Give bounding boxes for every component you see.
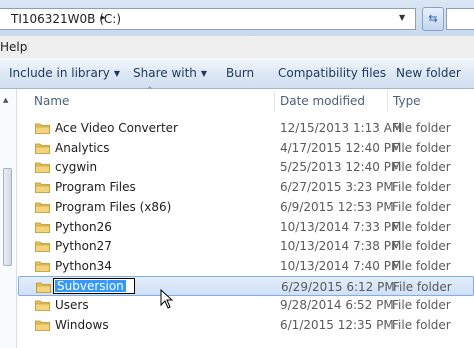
date-modified: 10/13/2014 7:40 PM <box>280 258 402 273</box>
date-modified: 4/17/2015 12:40 PM <box>280 140 402 155</box>
date-modified: 6/1/2015 12:35 PM <box>280 318 394 332</box>
file-row[interactable]: Program Files 6/27/2015 3:23 PM File folde… <box>18 177 474 197</box>
rename-selected-text: Subversion <box>55 278 126 293</box>
folder-icon <box>35 221 50 233</box>
rename-input[interactable]: Subversion <box>53 277 135 294</box>
refresh-button[interactable]: ⇆ <box>422 7 444 31</box>
column-header-type[interactable]: Type <box>393 94 421 108</box>
date-modified: 6/9/2015 12:53 PM <box>280 199 394 214</box>
column-divider[interactable] <box>274 90 275 112</box>
folder-icon <box>35 240 50 253</box>
date-modified: 5/25/2013 12:40 PM <box>280 160 402 175</box>
column-divider[interactable] <box>387 90 388 112</box>
file-name: Analytics <box>55 140 110 155</box>
nav-scrollbar[interactable]: ▲ <box>3 96 12 348</box>
file-type: File folder <box>392 239 451 254</box>
folder-icon <box>35 122 50 134</box>
file-name: Ace Video Converter <box>55 121 178 135</box>
file-row[interactable]: Windows 6/1/2015 12:35 PM File folder <box>18 315 474 335</box>
date-modified: 10/13/2014 7:38 PM <box>280 239 402 254</box>
menu-bar: Help <box>0 36 474 59</box>
breadcrumb-chevron-icon[interactable]: ▸ <box>101 13 106 23</box>
file-row[interactable]: Program Files (x86) 6/9/2015 12:53 PM File… <box>18 197 474 217</box>
menu-help[interactable]: Help <box>0 40 27 54</box>
file-name: Program Files <box>55 180 136 195</box>
include-label: Include in library <box>9 66 110 80</box>
file-type: File folder <box>392 219 451 234</box>
folder-icon <box>35 319 50 331</box>
burn-button[interactable]: Burn <box>226 66 254 80</box>
file-name: Users <box>55 298 89 313</box>
file-row[interactable]: Ace Video Converter 12/15/2013 1:13 AM Fil… <box>18 118 474 138</box>
file-name: cygwin <box>55 160 98 175</box>
folder-icon <box>36 281 51 293</box>
scroll-thumb[interactable] <box>3 168 12 266</box>
address-strip: TI106321W0B (C:) ▸ ▼ ⇆ <box>0 0 474 36</box>
folder-icon <box>35 142 50 154</box>
file-name: Windows <box>55 318 109 332</box>
column-header-date[interactable]: Date modified <box>280 94 365 108</box>
file-row[interactable]: Python26 10/13/2014 7:33 PM File folder <box>18 217 474 237</box>
file-name: Python34 <box>55 258 112 273</box>
refresh-icon: ⇆ <box>428 12 438 25</box>
share-label: Share with <box>133 66 197 80</box>
file-row[interactable]: cygwin 5/25/2013 12:40 PM File folder <box>18 157 474 177</box>
date-modified: 10/13/2014 7:33 PM <box>280 219 402 234</box>
address-dropdown-icon[interactable]: ▼ <box>399 13 405 22</box>
file-type: File folder <box>393 279 452 294</box>
new-folder-button[interactable]: New folder <box>396 66 461 80</box>
file-type: File folder <box>392 140 451 155</box>
file-type: File folder <box>392 180 451 195</box>
date-modified: 9/28/2014 6:52 PM <box>280 298 394 313</box>
file-type: File folder <box>392 318 451 332</box>
file-row[interactable]: Python34 10/13/2014 7:40 PM File folder <box>18 256 474 276</box>
sort-ascending-icon: ^ <box>146 86 154 96</box>
date-modified: 12/15/2013 1:13 AM <box>280 121 403 135</box>
address-bar[interactable]: TI106321W0B (C:) ▸ ▼ <box>0 8 416 30</box>
column-header-name[interactable]: Name <box>34 94 69 108</box>
file-row[interactable]: Analytics 4/17/2015 12:40 PM File folder <box>18 138 474 158</box>
chevron-down-icon: ▼ <box>113 69 121 78</box>
file-type: File folder <box>392 160 451 175</box>
file-name: Program Files (x86) <box>55 199 172 214</box>
folder-icon <box>35 181 50 193</box>
file-type: File folder <box>392 258 451 273</box>
compatibility-files-button[interactable]: Compatibility files <box>278 66 386 80</box>
command-bar: Include in library ▼ Share with ▼ Burn Com… <box>0 58 474 89</box>
folder-icon <box>35 260 50 272</box>
file-row[interactable]: Users 9/28/2014 6:52 PM File folder <box>18 295 474 315</box>
file-type: File folder <box>392 199 451 214</box>
file-row[interactable]: Python27 10/13/2014 7:38 PM File folder <box>18 236 474 256</box>
search-input[interactable] <box>446 8 474 30</box>
folder-icon <box>35 299 50 312</box>
file-name: Python27 <box>55 239 112 254</box>
chevron-down-icon: ▼ <box>200 69 208 78</box>
file-name: Python26 <box>55 219 112 234</box>
date-modified: 6/29/2015 6:12 PM <box>281 279 395 294</box>
include-in-library-button[interactable]: Include in library ▼ <box>9 66 120 80</box>
file-type: File folder <box>392 298 451 313</box>
scroll-up-icon[interactable]: ▲ <box>3 96 8 104</box>
folder-icon <box>35 161 50 174</box>
mouse-cursor-icon <box>160 289 174 309</box>
share-with-button[interactable]: Share with ▼ <box>133 66 207 80</box>
file-type: File folder <box>392 121 451 135</box>
date-modified: 6/27/2015 3:23 PM <box>280 180 394 195</box>
folder-icon <box>35 201 50 213</box>
file-row[interactable]: Subversion 6/29/2015 6:12 PM File folder <box>18 275 474 296</box>
